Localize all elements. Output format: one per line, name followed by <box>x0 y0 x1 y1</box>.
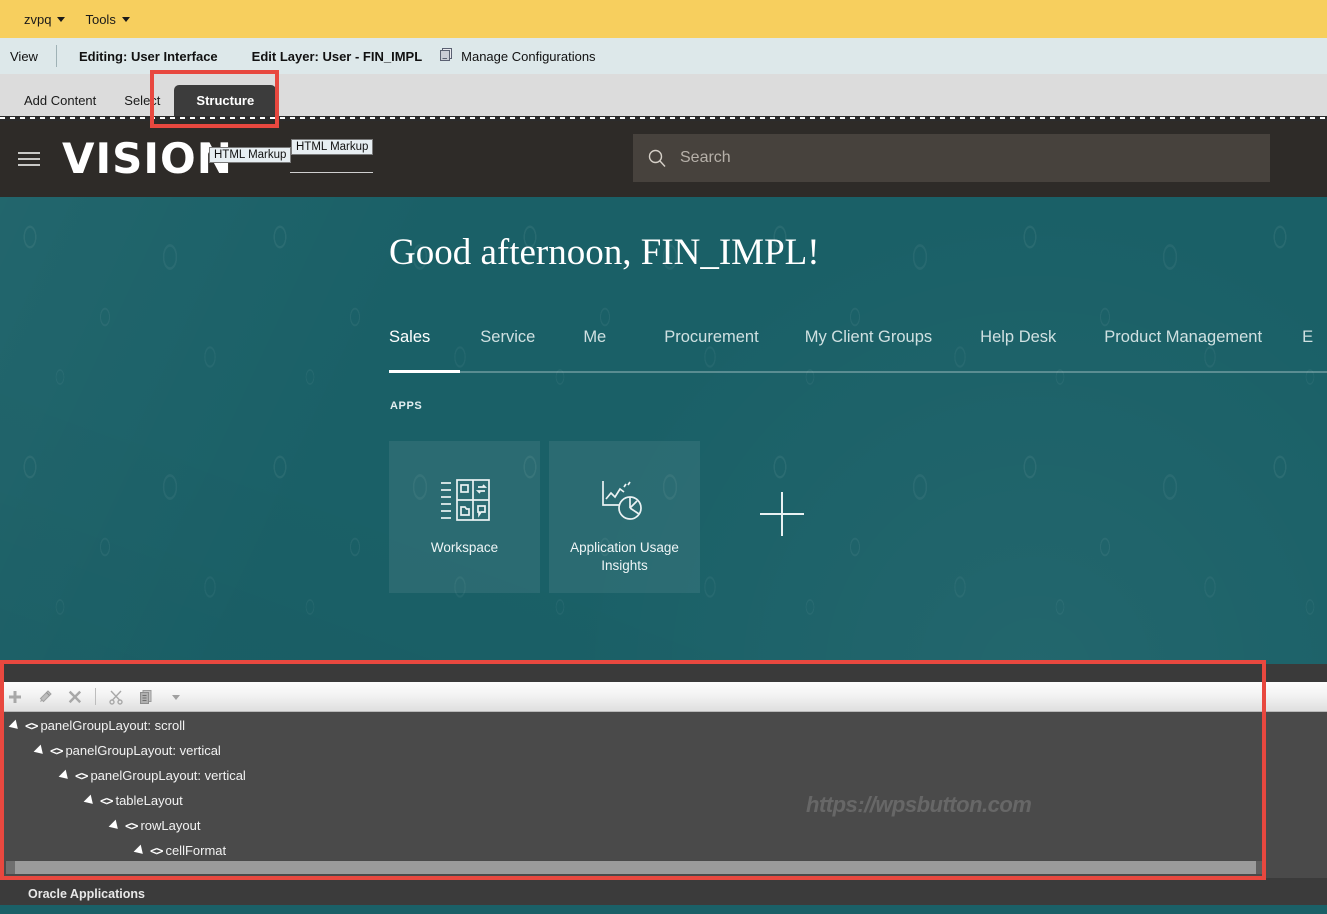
panel-top-strip <box>0 664 1327 682</box>
edit-component-button[interactable] <box>30 682 60 712</box>
hero-tab-me[interactable]: Me <box>583 328 606 363</box>
component-tree: <> panelGroupLayout: scroll <> panelGrou… <box>0 713 1327 861</box>
html-markup-tag-2[interactable]: HTML Markup <box>291 139 374 155</box>
search-input[interactable]: Search <box>680 149 731 167</box>
apps-section-label: APPS <box>390 400 423 412</box>
composer-bar: zvpq Tools <box>0 0 1327 38</box>
global-search[interactable]: Search <box>633 134 1270 182</box>
hero-tab-procurement[interactable]: Procurement <box>664 328 758 363</box>
expand-arrow-icon[interactable] <box>33 744 47 757</box>
toolbar-divider <box>95 688 96 705</box>
expand-arrow-icon[interactable] <box>58 769 72 782</box>
workspace-grid-icon <box>439 477 491 523</box>
hero-tab-help-desk[interactable]: Help Desk <box>980 328 1056 363</box>
structure-panel: <> panelGroupLayout: scroll <> panelGrou… <box>0 664 1327 878</box>
hero-active-tab-underline <box>389 370 460 373</box>
app-card-workspace[interactable]: Workspace <box>389 441 540 593</box>
cut-button[interactable] <box>101 682 131 712</box>
tree-node-label: tableLayout <box>115 793 183 808</box>
user-menu[interactable]: zvpq <box>14 6 75 32</box>
composer-tool-strip: Add Content Select Structure <box>0 74 1327 120</box>
tree-horizontal-scrollbar[interactable] <box>6 861 1264 874</box>
tree-node[interactable]: <> tableLayout <box>0 788 1327 813</box>
tree-node[interactable]: <> cellFormat <box>0 838 1327 863</box>
greeting-title: Good afternoon, FIN_IMPL! <box>389 232 820 273</box>
app-card-title: Application Usage Insights <box>570 540 679 574</box>
scrollbar-thumb[interactable] <box>6 861 1256 874</box>
tree-node[interactable]: <> panelGroupLayout: vertical <box>0 763 1327 788</box>
footer-label: Oracle Applications <box>28 887 145 901</box>
edit-layer-label: Edit Layer: User - FIN_IMPL <box>251 48 423 64</box>
app-card-application-usage-insights[interactable]: Application Usage Insights <box>549 441 700 593</box>
delete-component-button[interactable] <box>60 682 90 712</box>
component-tag-icon: <> <box>50 743 63 758</box>
chevron-down-icon <box>121 16 130 22</box>
chevron-down-icon <box>57 16 66 22</box>
hero-tab-truncated[interactable]: E <box>1302 328 1313 363</box>
hero-tab-product-management[interactable]: Product Management <box>1104 328 1262 363</box>
add-app-plus-icon[interactable] <box>760 492 804 536</box>
scrollbar-left-arrow[interactable] <box>6 861 15 874</box>
markup-underline <box>290 172 373 173</box>
search-icon <box>647 148 667 168</box>
app-card-title: Workspace <box>430 540 499 555</box>
tree-node-label: panelGroupLayout: vertical <box>90 768 246 783</box>
tools-menu[interactable]: Tools <box>75 6 139 32</box>
component-tag-icon: <> <box>125 818 138 833</box>
footer-bar: Oracle Applications <box>0 883 1327 905</box>
hero-tab-bar: Sales Service Me Procurement My Client G… <box>389 328 1327 372</box>
hero-tab-my-client-groups[interactable]: My Client Groups <box>805 328 932 363</box>
component-tag-icon: <> <box>150 843 163 858</box>
hamburger-menu-icon[interactable] <box>18 148 40 170</box>
editing-label: Editing: User Interface <box>78 48 218 64</box>
html-markup-tag-1[interactable]: HTML Markup <box>209 147 292 163</box>
user-menu-label: zvpq <box>24 11 52 27</box>
screen-root: zvpq Tools View Editing: User Interface … <box>0 0 1327 914</box>
edit-status-bar: View Editing: User Interface Edit Layer:… <box>0 38 1327 74</box>
hero-tab-service[interactable]: Service <box>480 328 535 363</box>
tree-node[interactable]: <> panelGroupLayout: vertical <box>0 738 1327 763</box>
tree-node[interactable]: <> panelGroupLayout: scroll <box>0 713 1327 738</box>
component-tag-icon: <> <box>75 768 88 783</box>
configurations-icon <box>438 47 454 65</box>
component-tag-icon: <> <box>25 718 38 733</box>
toolbar-more-chevron-down-icon[interactable] <box>161 682 191 712</box>
expand-arrow-icon[interactable] <box>8 719 22 732</box>
view-menu[interactable]: View <box>0 49 56 64</box>
copy-button[interactable] <box>131 682 161 712</box>
expand-arrow-icon[interactable] <box>83 794 97 807</box>
analytics-chart-icon <box>599 477 651 523</box>
tools-menu-label: Tools <box>85 11 116 27</box>
tree-node-label: panelGroupLayout: vertical <box>65 743 221 758</box>
manage-configurations-button[interactable]: Manage Configurations <box>422 47 596 65</box>
expand-arrow-icon[interactable] <box>108 819 122 832</box>
tab-structure[interactable]: Structure <box>174 85 277 120</box>
footer-teal-strip <box>0 905 1327 914</box>
brand-logo: VISION <box>62 134 233 183</box>
add-component-button[interactable] <box>0 682 30 712</box>
component-tag-icon: <> <box>100 793 113 808</box>
tree-node-label: panelGroupLayout: scroll <box>40 718 185 733</box>
tree-node-label: rowLayout <box>140 818 201 833</box>
structure-toolbar <box>0 682 1327 712</box>
tree-node[interactable]: <> rowLayout <box>0 813 1327 838</box>
tree-node-label: cellFormat <box>165 843 227 858</box>
expand-arrow-icon[interactable] <box>133 844 147 857</box>
manage-configurations-label: Manage Configurations <box>461 48 596 64</box>
hero-tab-sales[interactable]: Sales <box>389 328 430 363</box>
